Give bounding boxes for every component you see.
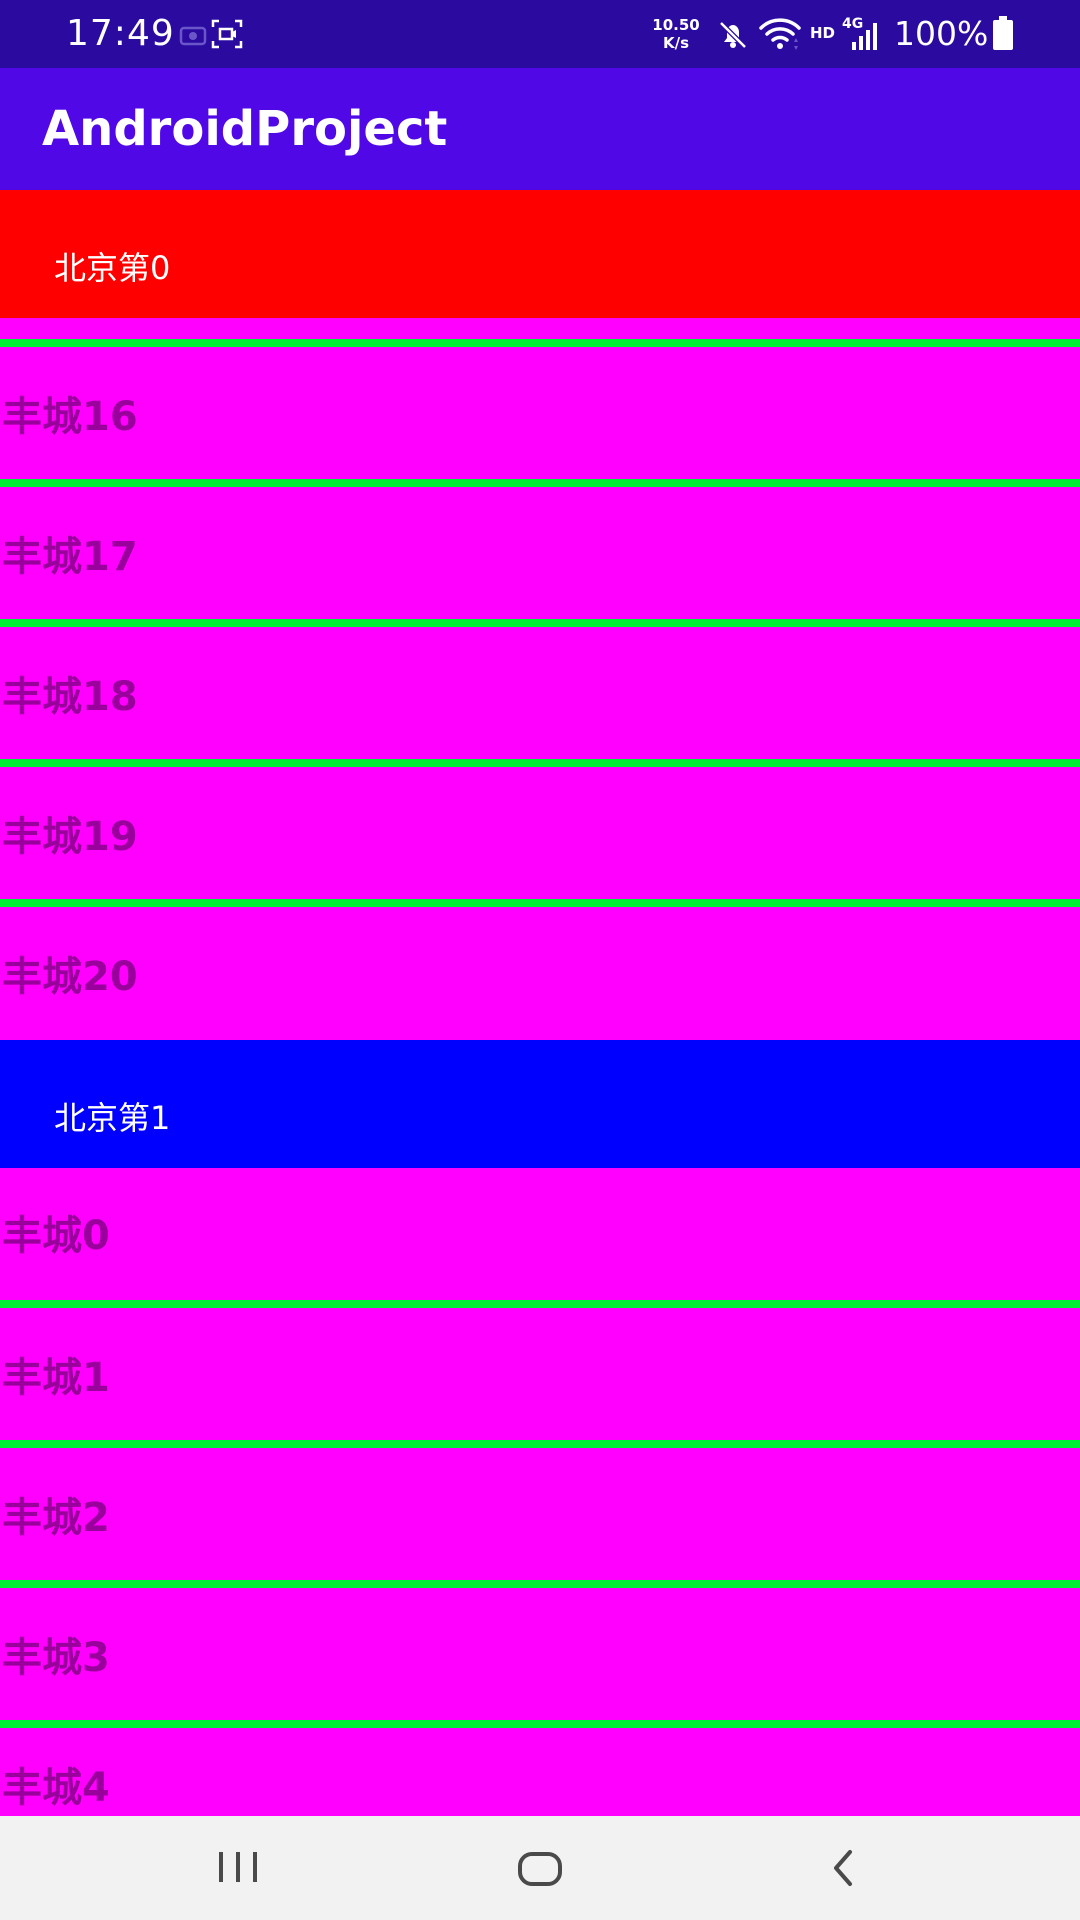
list-item[interactable]: 丰城19	[0, 767, 1080, 899]
section-header-label: 北京第0	[54, 249, 171, 287]
list-item[interactable]: 丰城17	[0, 487, 1080, 619]
list-item-label: 丰城16	[2, 394, 138, 440]
system-navigation-bar	[0, 1816, 1080, 1920]
list-item-label: 丰城17	[2, 534, 138, 580]
list-divider	[0, 759, 1080, 767]
list-divider	[0, 899, 1080, 907]
list-item-label: 丰城18	[2, 674, 138, 720]
list-divider	[0, 1720, 1080, 1728]
wifi-icon	[759, 18, 801, 50]
list-item-label: 丰城3	[2, 1635, 110, 1681]
status-time: 17:49	[66, 13, 175, 54]
list-item-label: 丰城20	[2, 954, 138, 1000]
list-item[interactable]: 丰城1	[0, 1308, 1080, 1440]
list-item[interactable]: 丰城20	[0, 907, 1080, 1039]
battery-percent: 100%	[894, 14, 989, 53]
list-item-label: 丰城0	[2, 1213, 110, 1259]
home-icon[interactable]	[500, 1838, 580, 1898]
back-icon[interactable]	[802, 1838, 882, 1898]
list-divider	[0, 1580, 1080, 1588]
list-divider	[0, 619, 1080, 627]
hd-label: HD	[810, 24, 836, 42]
list-divider	[0, 479, 1080, 487]
list-item-label: 丰城19	[2, 814, 138, 860]
screen-record-icon	[211, 19, 243, 49]
network-speed: 10.50 K/s	[646, 16, 706, 52]
list-divider	[0, 1440, 1080, 1448]
status-bar: 17:49 10.50 K/s HD 4G 100%	[0, 0, 1080, 68]
recent-apps-icon[interactable]	[198, 1838, 278, 1898]
list-divider	[0, 339, 1080, 347]
app-title: AndroidProject	[42, 101, 448, 157]
section-header: 北京第1	[0, 1040, 1080, 1168]
network-speed-unit: K/s	[662, 34, 690, 52]
list-item-label: 丰城1	[2, 1355, 110, 1401]
phone-screen: 17:49 10.50 K/s HD 4G 100% AndroidProjec…	[0, 0, 1080, 1920]
battery-icon	[993, 16, 1013, 50]
signal-icon	[852, 23, 877, 50]
list-item[interactable]: 丰城4	[0, 1728, 1080, 1816]
section-header: 北京第0	[0, 190, 1080, 318]
network-speed-value: 10.50	[652, 16, 700, 34]
list-divider	[0, 1300, 1080, 1308]
list-item[interactable]: 丰城16	[0, 347, 1080, 479]
list-item-label: 丰城4	[2, 1765, 110, 1811]
mute-icon	[719, 21, 747, 49]
list-item[interactable]: 丰城3	[0, 1588, 1080, 1720]
screenshot-icon	[179, 26, 207, 46]
section-header-label: 北京第1	[54, 1099, 171, 1137]
list-item[interactable]: 丰城18	[0, 627, 1080, 759]
list-item[interactable]: 丰城0	[0, 1168, 1080, 1298]
app-toolbar: AndroidProject	[0, 68, 1080, 190]
list-item-label: 丰城2	[2, 1495, 110, 1541]
grouped-list[interactable]: 北京第0 丰城16 丰城17 丰城18 丰城19 丰城20 北京第1 丰城0 丰…	[0, 190, 1080, 1816]
list-item[interactable]: 丰城2	[0, 1448, 1080, 1580]
